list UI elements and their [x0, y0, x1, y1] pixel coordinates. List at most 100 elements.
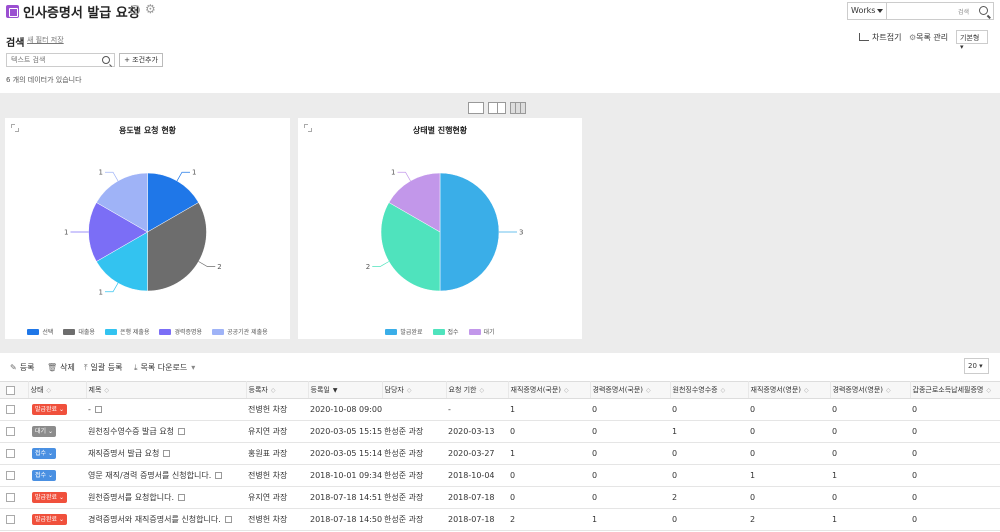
- cell-value: 2018-07-18: [448, 515, 495, 524]
- view-select[interactable]: 기본형 ▾: [956, 30, 988, 51]
- title-cell[interactable]: 원천증명서를 요청합니다.: [86, 486, 246, 509]
- title-cell[interactable]: 경력증명서와 재직증명서를 신청합니다.: [86, 508, 246, 531]
- legend-item[interactable]: 공공기관 제출용: [212, 327, 268, 336]
- table-row[interactable]: 발급완료 ⌄ 경력증명서와 재직증명서를 신청합니다. 전병헌 차장 2018-07-…: [0, 508, 1000, 531]
- row-checkbox[interactable]: [6, 449, 15, 458]
- text-search-field[interactable]: [6, 53, 115, 67]
- status-badge[interactable]: 접수 ⌄: [32, 470, 56, 481]
- row-checkbox[interactable]: [6, 493, 15, 502]
- works-select[interactable]: Works: [847, 2, 887, 20]
- text-search-input[interactable]: [11, 56, 101, 64]
- legend-item[interactable]: 발급완료: [385, 327, 423, 336]
- column-header[interactable]: 제목 ◇: [86, 381, 247, 399]
- delete-button[interactable]: 🗑 삭제: [47, 362, 75, 373]
- row-title[interactable]: 재직증명서 발급 요청: [88, 449, 159, 458]
- status-badge[interactable]: 발급완료 ⌄: [32, 404, 68, 415]
- row-title[interactable]: 원천징수영수증 발급 요청: [88, 427, 174, 436]
- chevron-down-icon: ▾: [191, 363, 196, 372]
- bulk-register-button[interactable]: ⤒ 일괄 등록: [84, 362, 123, 373]
- row-title[interactable]: 영문 재직/경력 증명서를 신청합니다.: [88, 471, 211, 480]
- table-row[interactable]: 접수 ⌄ 재직증명서 발급 요청 홍원표 과장 2020-03-05 15:14 한성준…: [0, 442, 1000, 465]
- record-count: 6 개의 데이터가 있습니다: [6, 76, 82, 84]
- legend-item[interactable]: 대출용: [63, 327, 95, 336]
- info-icon[interactable]: i: [130, 5, 140, 15]
- row-checkbox-cell: [0, 486, 28, 509]
- title-cell[interactable]: 원천징수영수증 발급 요청: [86, 420, 246, 443]
- row-checkbox[interactable]: [6, 427, 15, 436]
- top-search-input[interactable]: 검색: [887, 2, 994, 20]
- legend-label: 발급완료: [400, 329, 423, 336]
- add-condition-button[interactable]: + 조건추가: [119, 53, 163, 67]
- row-checkbox[interactable]: [6, 515, 15, 524]
- layout-two-column-button[interactable]: [488, 102, 506, 114]
- search-icon[interactable]: [102, 56, 110, 64]
- column-header[interactable]: 등록자 ◇: [246, 381, 309, 399]
- cell-c1: 0: [508, 486, 590, 509]
- layout-one-column-button[interactable]: [468, 102, 484, 114]
- column-header[interactable]: 경력증명서(국문) ◇: [590, 381, 671, 399]
- column-header[interactable]: 등록일 ▼: [308, 381, 383, 399]
- table-row[interactable]: 대기 ⌄ 원천징수영수증 발급 요청 유지연 과장 2020-03-05 15:15 한…: [0, 420, 1000, 443]
- cell-c1: 0: [508, 420, 590, 443]
- title-cell[interactable]: 영문 재직/경력 증명서를 신청합니다.: [86, 464, 246, 487]
- column-header[interactable]: 요청 기한 ◇: [446, 381, 509, 399]
- list-download-button[interactable]: ⤓ 목록 다운로드 ▾: [134, 362, 195, 373]
- cell-c3: 0: [670, 508, 748, 531]
- register-button[interactable]: ✎ 등록: [10, 362, 34, 373]
- pie-data-label: 1: [391, 169, 395, 177]
- row-checkbox[interactable]: [6, 471, 15, 480]
- gear-icon[interactable]: ⚙: [145, 3, 156, 15]
- legend-item[interactable]: 선택: [27, 327, 53, 336]
- pie-slice[interactable]: [439, 172, 500, 292]
- column-header[interactable]: 원천징수영수증 ◇: [670, 381, 749, 399]
- cell-value: 0: [912, 493, 918, 502]
- table-row[interactable]: 접수 ⌄ 영문 재직/경력 증명서를 신청합니다. 전병헌 차장 2018-10-01…: [0, 464, 1000, 487]
- status-badge[interactable]: 발급완료 ⌄: [32, 492, 68, 503]
- column-header[interactable]: 상태 ◇: [28, 381, 87, 399]
- status-badge[interactable]: 대기 ⌄: [32, 426, 56, 437]
- column-header[interactable]: 경력증명서(영문) ◇: [830, 381, 911, 399]
- cell-due: 2018-10-04: [446, 464, 508, 487]
- legend-item[interactable]: 경력증명용: [159, 327, 202, 336]
- cell-author: 전병헌 차장: [246, 398, 308, 421]
- cell-value: 0: [832, 493, 838, 502]
- legend-item[interactable]: 은행 제출용: [104, 327, 149, 336]
- row-checkbox[interactable]: [6, 405, 15, 414]
- column-header[interactable]: 재직증명서(국문) ◇: [508, 381, 591, 399]
- cell-value: 0: [912, 405, 918, 414]
- row-title[interactable]: 경력증명서와 재직증명서를 신청합니다.: [88, 515, 221, 524]
- search-scope[interactable]: 검색: [958, 7, 969, 16]
- status-badge[interactable]: 발급완료 ⌄: [32, 514, 68, 525]
- row-title[interactable]: -: [88, 405, 91, 414]
- table-row[interactable]: 발급완료 ⌄ 원천증명서를 요청합니다. 유지연 과장 2018-07-18 14:5…: [0, 486, 1000, 509]
- pie-data-label: 3: [519, 229, 523, 237]
- status-badge[interactable]: 접수 ⌄: [32, 448, 56, 459]
- sort-icon: ◇: [886, 387, 891, 394]
- legend-item[interactable]: 접수: [432, 327, 459, 336]
- legend-item[interactable]: 대기: [468, 327, 495, 336]
- cell-value: 0: [750, 449, 756, 458]
- page-size-select[interactable]: 20 ▾: [964, 358, 989, 374]
- layout-three-column-button[interactable]: [510, 102, 526, 114]
- list-manage-button[interactable]: ⚙목록 관리: [909, 32, 948, 43]
- sort-icon: ◇: [646, 387, 651, 394]
- cell-c2: 1: [590, 508, 670, 531]
- column-header-label: 경력증명서(국문): [592, 386, 644, 394]
- cell-value: 한성준 과장: [384, 493, 424, 502]
- chart-fold-button[interactable]: 차트접기: [859, 32, 901, 43]
- legend-label: 선택: [42, 329, 54, 336]
- title-cell[interactable]: 재직증명서 발급 요청: [86, 442, 246, 465]
- pencil-icon: ✎: [10, 363, 17, 372]
- title-cell[interactable]: -: [86, 398, 246, 421]
- search-icon[interactable]: [979, 6, 988, 15]
- sort-icon: ◇: [720, 387, 726, 394]
- column-header[interactable]: 갑종근로소득납세필증명 ◇: [910, 381, 1000, 399]
- row-title[interactable]: 원천증명서를 요청합니다.: [88, 493, 174, 502]
- select-all-checkbox[interactable]: [6, 385, 15, 395]
- table-row[interactable]: 발급완료 ⌄ - 전병헌 차장 2020-10-08 09:00 - 1 0 0 0 0 0: [0, 398, 1000, 421]
- column-header[interactable]: 담당자 ◇: [382, 381, 447, 399]
- save-filter-link[interactable]: 새 필터 저장: [27, 35, 64, 45]
- cell-c6: 0: [910, 420, 1000, 443]
- attachment-icon: [163, 450, 171, 457]
- column-header[interactable]: 재직증명서(영문) ◇: [748, 381, 831, 399]
